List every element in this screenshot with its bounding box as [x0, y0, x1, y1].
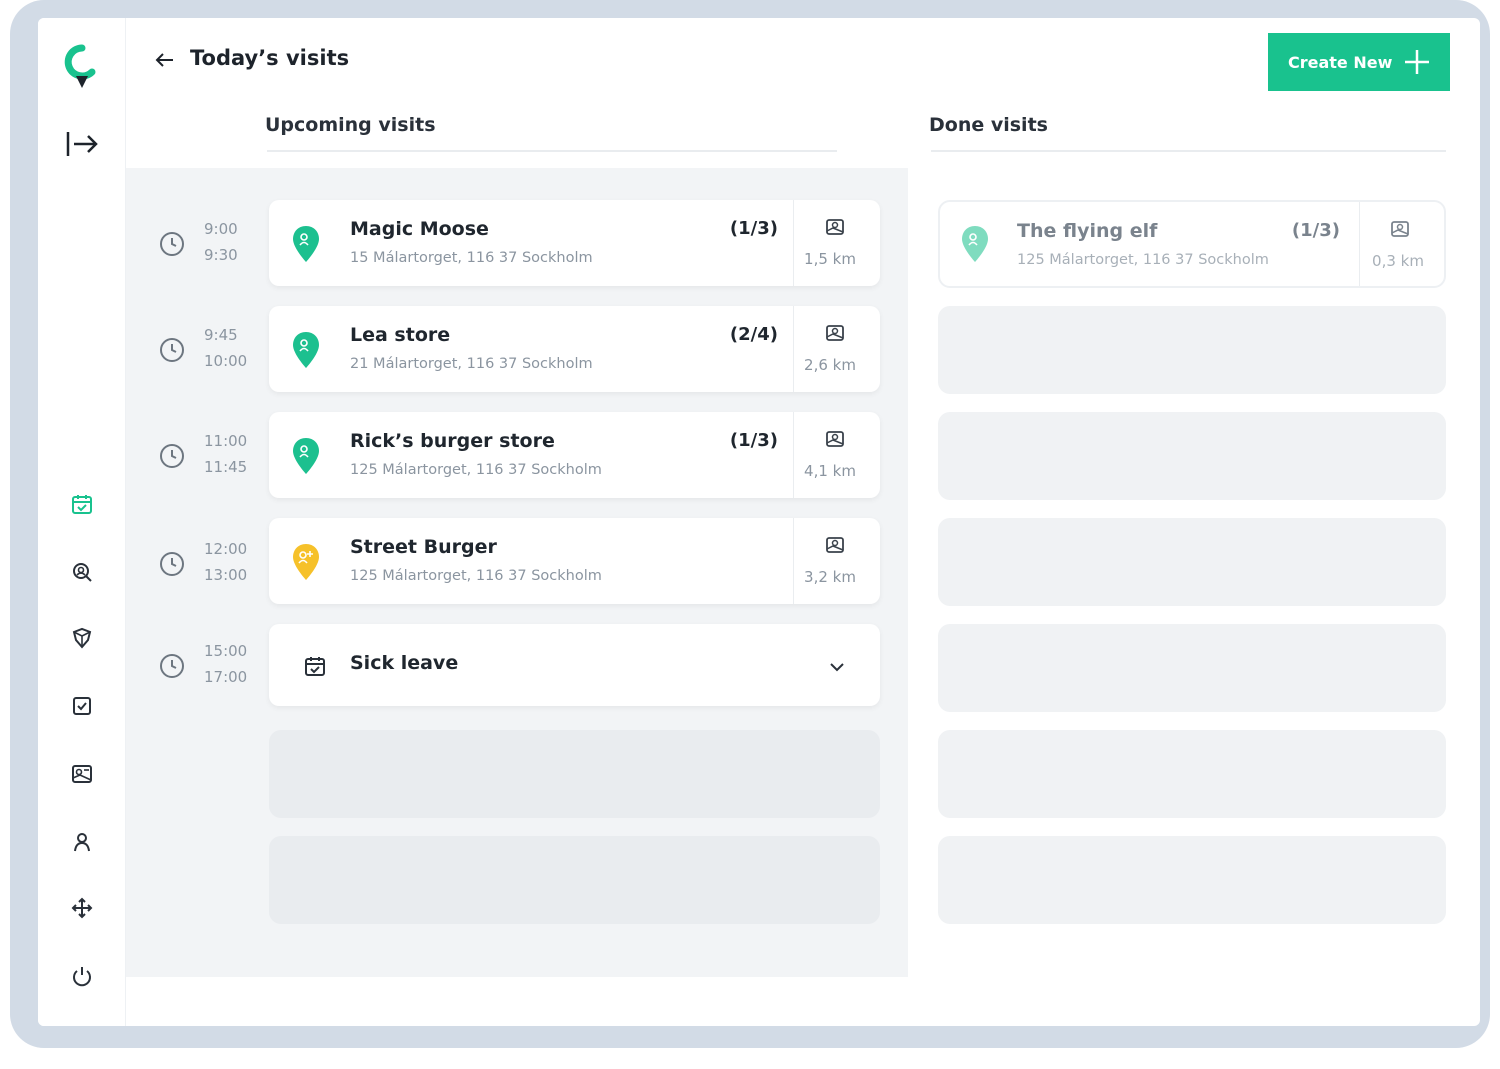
done-visit-count: (1/3): [1291, 220, 1340, 241]
visit-end-time: 13:00: [204, 566, 248, 584]
visit-card[interactable]: Street Burger 125 Málartorget, 116 37 So…: [269, 518, 880, 604]
visit-time: 9:00 9:30: [158, 214, 268, 274]
placeholder-card: [938, 624, 1446, 712]
clock-icon: [160, 654, 184, 678]
card-divider: [793, 412, 794, 498]
back-arrow-icon[interactable]: [153, 48, 177, 72]
visit-start-time: 11:00: [204, 432, 248, 450]
clock-icon: [160, 338, 184, 362]
distance-icon: [826, 537, 844, 553]
search-icon[interactable]: [66, 556, 98, 588]
distance-icon: [1391, 221, 1409, 237]
location-pin-icon: [962, 226, 988, 262]
location-pin-add-icon: [293, 544, 319, 580]
location-pin-icon: [293, 332, 319, 368]
visit-time: 12:00 13:00: [158, 534, 268, 594]
visit-address: 125 Málartorget, 116 37 Sockholm: [350, 568, 602, 584]
page-title: Today’s visits: [190, 46, 350, 70]
done-visit-distance: 0,3 km: [1372, 252, 1424, 270]
shapes-icon[interactable]: [66, 622, 98, 654]
logo-icon: [64, 44, 96, 88]
location-pin-icon: [293, 438, 319, 474]
placeholder-card: [938, 518, 1446, 606]
visit-distance: 2,6 km: [804, 356, 856, 374]
visit-name: Magic Moose: [350, 218, 489, 240]
visit-card[interactable]: Rick’s burger store 125 Málartorget, 116…: [269, 412, 880, 498]
person-icon[interactable]: [66, 826, 98, 858]
expand-icon[interactable]: [64, 128, 100, 160]
distance-icon: [826, 219, 844, 235]
clock-icon: [160, 444, 184, 468]
card-divider: [793, 518, 794, 604]
distance-icon: [826, 325, 844, 341]
sick-leave-card[interactable]: Sick leave: [269, 624, 880, 706]
visit-count: (1/3): [729, 218, 778, 239]
upcoming-divider: [267, 150, 837, 152]
map-icon[interactable]: [66, 758, 98, 790]
visit-time: 11:00 11:45: [158, 426, 268, 486]
device-frame: Today’s visits Create New Upcoming visit…: [10, 0, 1490, 1048]
visit-name: Street Burger: [350, 536, 497, 558]
placeholder-card: [269, 836, 880, 924]
visit-address: 15 Málartorget, 116 37 Sockholm: [350, 250, 593, 266]
create-new-label: Create New: [1288, 52, 1393, 72]
sick-leave-label: Sick leave: [350, 652, 459, 674]
visit-time: 15:00 17:00: [158, 636, 268, 696]
calendar-check-icon: [305, 657, 325, 676]
location-pin-icon: [293, 226, 319, 262]
visit-card[interactable]: Magic Moose 15 Málartorget, 116 37 Sockh…: [269, 200, 880, 286]
done-divider: [931, 150, 1446, 152]
visit-end-time: 9:30: [204, 246, 238, 264]
placeholder-card: [938, 306, 1446, 394]
placeholder-card: [938, 836, 1446, 924]
placeholder-card: [938, 412, 1446, 500]
move-icon[interactable]: [66, 892, 98, 924]
visit-end-time: 17:00: [204, 668, 248, 686]
visit-address: 21 Málartorget, 116 37 Sockholm: [350, 356, 593, 372]
clock-icon: [160, 552, 184, 576]
distance-icon: [826, 431, 844, 447]
done-visit-address: 125 Málartorget, 116 37 Sockholm: [1017, 252, 1269, 268]
chevron-down-icon[interactable]: [826, 656, 848, 678]
visit-distance: 1,5 km: [804, 250, 856, 268]
upcoming-visits-heading: Upcoming visits: [265, 114, 436, 136]
placeholder-card: [938, 730, 1446, 818]
placeholder-card: [269, 730, 880, 818]
power-icon[interactable]: [66, 960, 98, 992]
visit-name: Lea store: [350, 324, 451, 346]
visit-end-time: 10:00: [204, 352, 248, 370]
visit-start-time: 15:00: [204, 642, 248, 660]
calendar-icon[interactable]: [66, 488, 98, 520]
visit-address: 125 Málartorget, 116 37 Sockholm: [350, 462, 602, 478]
visit-start-time: 9:45: [204, 326, 238, 344]
visit-count: (2/4): [729, 324, 778, 345]
create-new-button[interactable]: Create New: [1268, 33, 1450, 91]
visit-start-time: 12:00: [204, 540, 248, 558]
card-divider: [1359, 202, 1360, 286]
visit-start-time: 9:00: [204, 220, 238, 238]
sidebar: [38, 18, 126, 1026]
visit-name: Rick’s burger store: [350, 430, 555, 452]
visit-count: (1/3): [729, 430, 778, 451]
checkbox-icon[interactable]: [66, 690, 98, 722]
card-divider: [793, 306, 794, 392]
app-screen: Today’s visits Create New Upcoming visit…: [38, 18, 1480, 1026]
card-divider: [793, 200, 794, 286]
done-visit-card[interactable]: The flying elf 125 Málartorget, 116 37 S…: [938, 200, 1446, 288]
visit-distance: 4,1 km: [804, 462, 856, 480]
visit-time: 9:45 10:00: [158, 320, 268, 380]
plus-icon: [1405, 50, 1429, 74]
clock-icon: [160, 232, 184, 256]
visit-distance: 3,2 km: [804, 568, 856, 586]
done-visit-name: The flying elf: [1017, 220, 1158, 242]
visit-end-time: 11:45: [204, 458, 248, 476]
done-visits-heading: Done visits: [929, 114, 1048, 136]
visit-card[interactable]: Lea store 21 Málartorget, 116 37 Sockhol…: [269, 306, 880, 392]
